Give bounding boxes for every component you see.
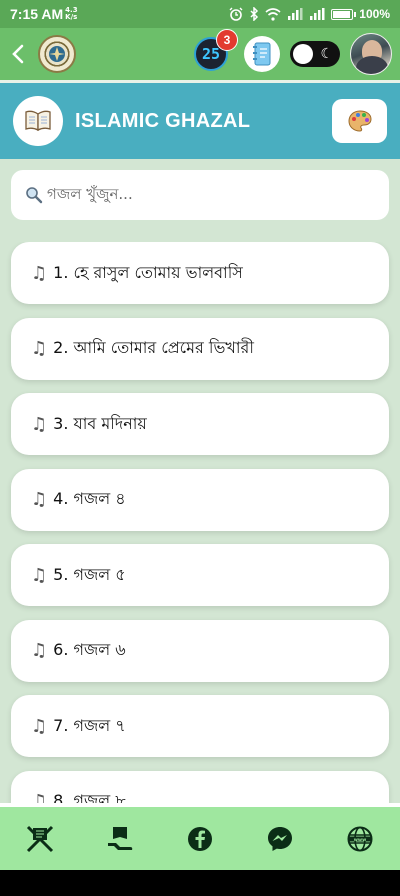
ghazal-title: 2. আমি তোমার প্রেমের ভিখারী xyxy=(53,338,254,357)
ghazal-title: 5. গজল ৫ xyxy=(53,564,126,584)
battery-icon xyxy=(331,8,357,20)
ghazal-title: 3. যাব মদিনায় xyxy=(53,413,147,433)
quran-icon[interactable] xyxy=(24,823,56,855)
net-speed: 4.3 K/s xyxy=(65,7,77,21)
theme-palette-button[interactable] xyxy=(332,99,387,143)
search-placeholder: গজল খুঁজুন... xyxy=(47,184,133,203)
toggle-knob xyxy=(293,44,313,64)
music-note-icon: ♫ xyxy=(31,489,48,510)
music-note-icon: ♫ xyxy=(31,338,48,359)
moon-icon: ☾ xyxy=(320,46,333,62)
app-top-bar: 25 3 ☾ xyxy=(0,28,400,80)
music-note-icon: ♫ xyxy=(31,640,48,661)
notification-badge: 3 xyxy=(216,29,238,51)
music-note-icon: ♫ xyxy=(31,791,48,803)
net-speed-unit: K/s xyxy=(65,13,78,21)
donate-icon[interactable] xyxy=(104,823,136,855)
facebook-icon[interactable] xyxy=(184,823,216,855)
ghazal-title: 1. হে রাসুল তোমায় ভালবাসি xyxy=(53,262,243,282)
book-button[interactable] xyxy=(13,96,63,146)
ghazal-list-viewport[interactable]: ♫ 1. হে রাসুল তোমায় ভালবাসি ♫ 2. আমি তোমার… xyxy=(0,242,400,803)
battery-fill xyxy=(333,10,351,18)
avatar[interactable] xyxy=(350,33,392,75)
search-icon xyxy=(26,187,43,204)
music-note-icon: ♫ xyxy=(31,564,48,586)
ghazal-list-item[interactable]: ♫ 8. গজল ৮ xyxy=(11,770,389,803)
palette-icon xyxy=(347,110,372,132)
ghazal-title: 4. গজল ৪ xyxy=(53,489,126,508)
dark-mode-toggle[interactable]: ☾ xyxy=(290,41,340,67)
page-title: ISLAMIC GHAZAL xyxy=(75,109,251,132)
emblem-icon xyxy=(49,46,65,62)
ghazal-title: 8. গজল ৮ xyxy=(53,791,126,803)
signal-icon-2 xyxy=(310,8,325,20)
bluetooth-icon xyxy=(250,7,259,21)
status-bar: 7:15 AM 4.3 K/s 100% xyxy=(0,0,400,28)
signal-icon xyxy=(288,8,303,20)
website-icon[interactable]: www xyxy=(344,823,376,855)
notes-button[interactable] xyxy=(244,36,280,72)
system-nav-bar xyxy=(0,870,400,896)
ghazal-list-item[interactable]: ♫ 3. যাব মদিনায় xyxy=(11,393,389,455)
ghazal-title: 7. গজল ৭ xyxy=(53,715,126,735)
alarm-icon xyxy=(229,7,243,21)
ghazal-list-item[interactable]: ♫ 1. হে রাসুল তোমায় ভালবাসি xyxy=(11,242,389,304)
status-time: 7:15 AM xyxy=(10,6,64,22)
music-note-icon: ♫ xyxy=(31,715,48,737)
app-logo[interactable] xyxy=(38,35,76,73)
ghazal-list-item[interactable]: ♫ 4. গজল ৪ xyxy=(11,468,389,531)
messenger-icon[interactable] xyxy=(264,823,296,855)
chevron-left-icon xyxy=(12,44,24,64)
music-note-icon: ♫ xyxy=(31,413,48,435)
search-input[interactable]: গজল খুঁজুন... xyxy=(11,170,389,220)
music-note-icon: ♫ xyxy=(31,262,48,284)
ghazal-list: ♫ 1. হে রাসুল তোমায় ভালবাসি ♫ 2. আমি তোমার… xyxy=(11,242,389,803)
tasbih-counter-button[interactable]: 25 3 xyxy=(194,29,238,71)
back-button[interactable] xyxy=(8,39,28,69)
ghazal-list-item[interactable]: ♫ 6. গজল ৬ xyxy=(11,619,389,682)
ghazal-list-item[interactable]: ♫ 7. গজল ৭ xyxy=(11,695,389,757)
wifi-icon xyxy=(265,7,281,21)
ghazal-title: 6. গজল ৬ xyxy=(53,640,126,659)
open-book-icon xyxy=(25,110,51,132)
bottom-nav: www xyxy=(0,807,400,870)
ghazal-list-item[interactable]: ♫ 2. আমি তোমার প্রেমের ভিখারী xyxy=(11,317,389,380)
ghazal-list-item[interactable]: ♫ 5. গজল ৫ xyxy=(11,544,389,606)
svg-text:www: www xyxy=(354,837,366,842)
page-header: ISLAMIC GHAZAL xyxy=(0,83,400,159)
battery-percent: 100% xyxy=(359,7,390,21)
notebook-icon xyxy=(253,42,271,66)
